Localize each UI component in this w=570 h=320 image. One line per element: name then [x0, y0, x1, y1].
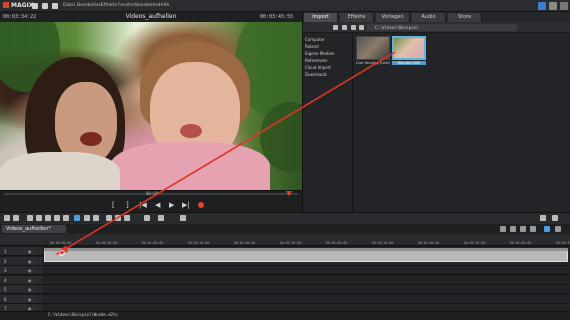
drag-arrow-head — [55, 245, 68, 255]
drag-arrow-annotation — [55, 51, 396, 256]
drag-arrow-line — [61, 51, 396, 252]
